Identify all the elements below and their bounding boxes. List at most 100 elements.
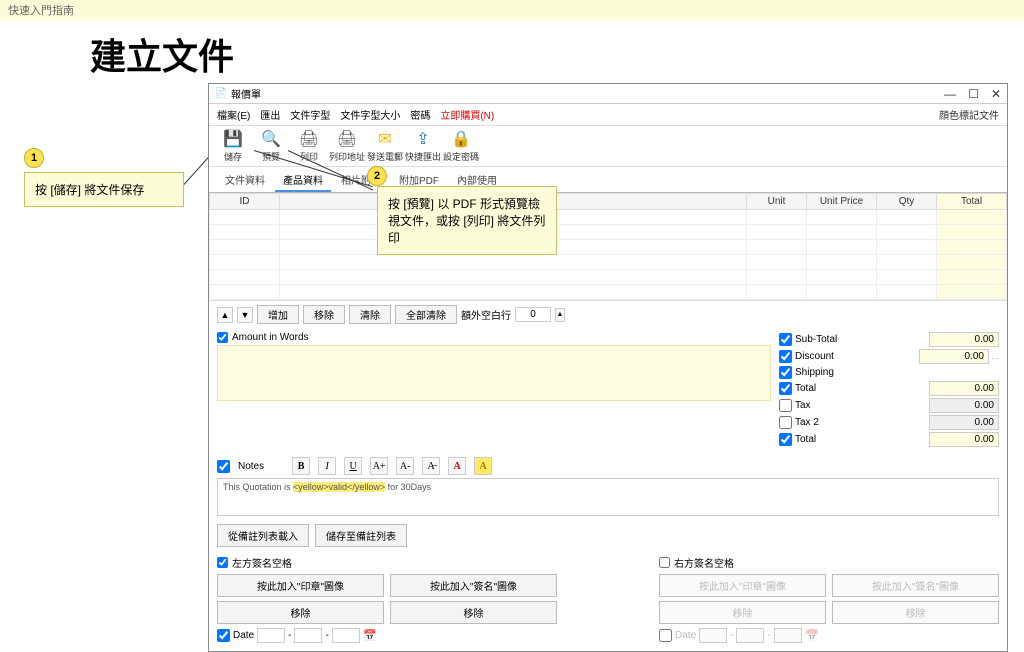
col-total: Total xyxy=(937,194,1007,210)
window-title: 報價單 xyxy=(231,86,261,101)
font-inc-button[interactable]: A+ xyxy=(370,457,388,475)
col-qty: Qty xyxy=(877,194,937,210)
table-row[interactable] xyxy=(210,210,1007,225)
table-row[interactable] xyxy=(210,240,1007,255)
total1-checkbox[interactable] xyxy=(779,382,792,395)
total2-checkbox[interactable] xyxy=(779,433,792,446)
toolbar: 💾儲存 🔍預覽 🖨列印 🖨列印地址 ✉發送電郵 ⇪快捷匯出 🔒設定密碼 xyxy=(209,126,1007,167)
quick-export-button[interactable]: ⇪快捷匯出 xyxy=(405,129,441,163)
discount-checkbox[interactable] xyxy=(779,350,792,363)
shipping-checkbox[interactable] xyxy=(779,366,792,379)
move-up-button[interactable]: ▲ xyxy=(217,307,233,323)
remove-row-button[interactable]: 移除 xyxy=(303,305,345,324)
italic-button[interactable]: I xyxy=(318,457,336,475)
left-date-m[interactable] xyxy=(294,628,322,643)
col-unit: Unit xyxy=(747,194,807,210)
calendar-icon[interactable]: 📅 xyxy=(363,629,377,643)
maximize-button[interactable]: ☐ xyxy=(968,87,979,101)
left-remove-sign-button[interactable]: 移除 xyxy=(390,601,557,624)
right-remove-stamp-button: 移除 xyxy=(659,601,826,624)
font-color-button[interactable]: A xyxy=(448,457,466,475)
menu-font-size[interactable]: 文件字型大小 xyxy=(340,107,400,122)
extra-rows-stepper[interactable]: ▲ xyxy=(555,308,565,322)
col-unit-price: Unit Price xyxy=(807,194,877,210)
save-icon: 💾 xyxy=(223,129,243,149)
amount-in-words-checkbox[interactable] xyxy=(217,332,228,343)
app-icon: 📄 xyxy=(215,88,227,100)
table-row[interactable] xyxy=(210,270,1007,285)
menu-file[interactable]: 檔案(E) xyxy=(217,107,250,122)
left-remove-stamp-button[interactable]: 移除 xyxy=(217,601,384,624)
col-id: ID xyxy=(210,194,280,210)
tax-checkbox[interactable] xyxy=(779,399,792,412)
tax-value: 0.00 xyxy=(929,398,999,413)
password-icon: 🔒 xyxy=(451,129,471,149)
table-row[interactable] xyxy=(210,225,1007,240)
row-controls: ▲ ▼ 增加 移除 清除 全部清除 額外空白行 ▲ xyxy=(209,300,1007,328)
print-address-button[interactable]: 🖨列印地址 xyxy=(329,129,365,163)
notes-checkbox[interactable] xyxy=(217,460,230,473)
item-grid[interactable]: ID Unit Unit Price Qty Total xyxy=(209,193,1007,300)
left-date-checkbox[interactable] xyxy=(217,629,230,642)
left-add-stamp-button[interactable]: 按此加入"印章"圖像 xyxy=(217,574,384,597)
clear-all-button[interactable]: 全部清除 xyxy=(395,305,457,324)
print-icon: 🖨 xyxy=(299,129,319,149)
notes-label: Notes xyxy=(238,461,264,472)
table-row[interactable] xyxy=(210,255,1007,270)
highlight-button[interactable]: A xyxy=(474,457,492,475)
strike-button[interactable]: A̶ xyxy=(422,457,440,475)
right-sig-checkbox[interactable] xyxy=(659,557,670,568)
left-date-y[interactable] xyxy=(257,628,285,643)
totals-panel: Sub-Total0.00 Discount0.00… Shipping Tot… xyxy=(779,332,999,449)
email-icon: ✉ xyxy=(375,129,395,149)
tax2-checkbox[interactable] xyxy=(779,416,792,429)
notes-textarea[interactable]: This Quotation is <yellow>valid</yellow>… xyxy=(217,478,999,516)
save-notes-button[interactable]: 儲存至備註列表 xyxy=(315,524,407,547)
move-down-button[interactable]: ▼ xyxy=(237,307,253,323)
left-date-label: Date xyxy=(233,630,254,641)
email-button[interactable]: ✉發送電郵 xyxy=(367,129,403,163)
menu-font[interactable]: 文件字型 xyxy=(290,107,330,122)
clear-row-button[interactable]: 清除 xyxy=(349,305,391,324)
menu-color-mark[interactable]: 顔色標記文件 xyxy=(939,107,999,122)
page-title: 建立文件 xyxy=(90,28,1024,80)
right-date-checkbox[interactable] xyxy=(659,629,672,642)
load-notes-button[interactable]: 從備註列表載入 xyxy=(217,524,309,547)
notes-section: Notes B I U A+ A- A̶ A A This Quotation … xyxy=(209,453,1007,520)
preview-icon: 🔍 xyxy=(261,129,281,149)
tab-doc-info[interactable]: 文件資料 xyxy=(217,169,273,192)
tab-product-info[interactable]: 產品資料 xyxy=(275,169,331,192)
right-date-y xyxy=(699,628,727,643)
save-button[interactable]: 💾儲存 xyxy=(215,129,251,163)
print-button[interactable]: 🖨列印 xyxy=(291,129,327,163)
right-add-sign-button: 按此加入"簽名"圖像 xyxy=(832,574,999,597)
minimize-button[interactable]: — xyxy=(944,87,956,101)
underline-button[interactable]: U xyxy=(344,457,362,475)
tax2-value: 0.00 xyxy=(929,415,999,430)
menu-password[interactable]: 密碼 xyxy=(410,107,430,122)
tab-bar: 文件資料 產品資料 相片附頁 附加PDF 內部使用 xyxy=(209,167,1007,193)
total2-value: 0.00 xyxy=(929,432,999,447)
left-add-sign-button[interactable]: 按此加入"簽名"圖像 xyxy=(390,574,557,597)
font-dec-button[interactable]: A- xyxy=(396,457,414,475)
right-date-m xyxy=(736,628,764,643)
callout-marker-2: 2 xyxy=(367,166,387,186)
discount-value[interactable]: 0.00 xyxy=(919,349,989,364)
callout-2: 按 [預覽] 以 PDF 形式預覽檢視文件，或按 [列印] 將文件列印 xyxy=(377,186,557,255)
subtotal-value: 0.00 xyxy=(929,332,999,347)
extra-rows-input[interactable] xyxy=(515,307,551,322)
add-row-button[interactable]: 增加 xyxy=(257,305,299,324)
left-signature-box: 左方簽名空格 按此加入"印章"圖像 按此加入"簽名"圖像 移除 移除 Date … xyxy=(217,555,557,643)
menu-buy-now[interactable]: 立即購買(N) xyxy=(440,107,494,122)
preview-button[interactable]: 🔍預覽 xyxy=(253,129,289,163)
table-row[interactable] xyxy=(210,285,1007,300)
left-date-d[interactable] xyxy=(332,628,360,643)
menu-export[interactable]: 匯出 xyxy=(260,107,280,122)
discount-options-icon[interactable]: … xyxy=(991,352,999,361)
subtotal-checkbox[interactable] xyxy=(779,333,792,346)
left-sig-checkbox[interactable] xyxy=(217,557,228,568)
amount-in-words-label: Amount in Words xyxy=(232,332,309,343)
close-button[interactable]: ✕ xyxy=(991,87,1001,101)
set-password-button[interactable]: 🔒設定密碼 xyxy=(443,129,479,163)
bold-button[interactable]: B xyxy=(292,457,310,475)
